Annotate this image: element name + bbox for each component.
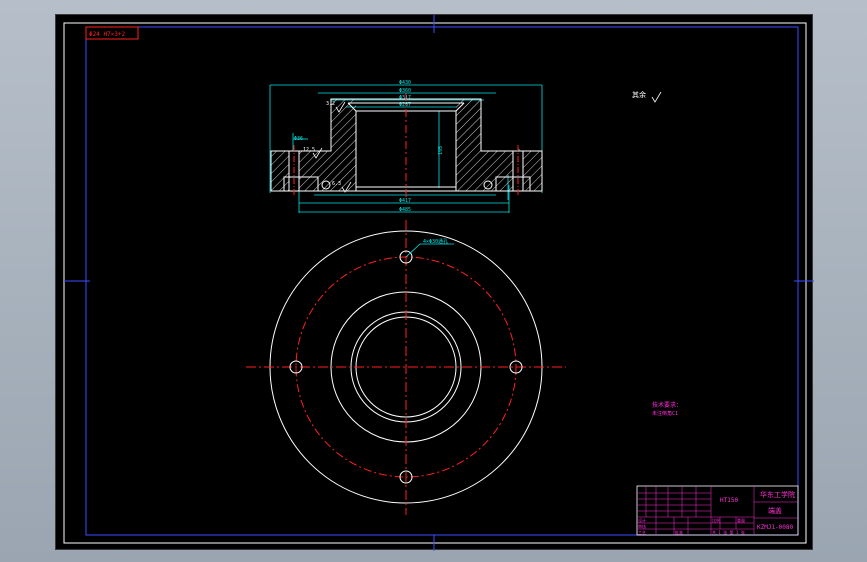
tb-part-name: 端盖 xyxy=(768,506,782,515)
roughness-1: 3.2 xyxy=(326,101,335,107)
cad-canvas: Φ24 H7×3+2 Φ430 Φ360 Φ317 Φ287 Φ36 Φ417 xyxy=(63,15,814,551)
centering-marks xyxy=(64,15,814,551)
dim-top-d3: Φ317 xyxy=(399,95,411,101)
tech-notes-line: 未注倒角C1 xyxy=(652,410,678,417)
drawing-sheet: Φ24 H7×3+2 Φ430 Φ360 Φ317 Φ287 Φ36 Φ417 xyxy=(55,14,814,551)
tb-label-weight: 重量 xyxy=(737,517,745,523)
tb-label-sheet: 共 1 张 第 1 张 xyxy=(712,529,745,535)
ref-stamp: Φ24 H7×3+2 xyxy=(89,31,126,38)
tech-notes-title: 技术要求： xyxy=(652,401,682,409)
dim-top-d1: Φ430 xyxy=(399,80,411,86)
dim-height-main: 195 xyxy=(438,146,444,155)
section-view: Φ430 Φ360 Φ317 Φ287 Φ36 Φ417 Φ485 195 30 xyxy=(269,80,662,213)
tb-material: HT150 xyxy=(720,497,738,504)
title-block: HT150 华东工学院 端盖 KZMJ1-0080 设计 审核 工艺 批准 比例… xyxy=(636,485,799,536)
dim-bottom-d1: Φ417 xyxy=(399,198,411,204)
roughness-3: 6.3 xyxy=(332,181,341,187)
outer-frame xyxy=(63,22,807,544)
plan-view: 4×Φ30通孔 xyxy=(246,220,566,515)
dim-bottom-d2: Φ485 xyxy=(399,207,411,213)
surface-finish-note: 其余 xyxy=(632,90,646,99)
tb-label-check: 审核 xyxy=(638,523,646,529)
dim-left-small: Φ36 xyxy=(294,136,303,142)
dim-top-d2: Φ360 xyxy=(399,88,411,94)
tb-drawing-no: KZMJ1-0080 xyxy=(757,524,794,531)
tb-label-approve: 批准 xyxy=(675,529,683,535)
hole-callout: 4×Φ30通孔 xyxy=(423,238,448,245)
tb-label-process: 工艺 xyxy=(638,530,646,535)
tb-label-designer: 设计 xyxy=(638,517,646,523)
roughness-2: 12.5 xyxy=(303,147,315,153)
tb-label-scale: 比例 xyxy=(712,517,720,523)
hole-leader xyxy=(405,243,454,258)
tb-school: 华东工学院 xyxy=(760,490,795,499)
